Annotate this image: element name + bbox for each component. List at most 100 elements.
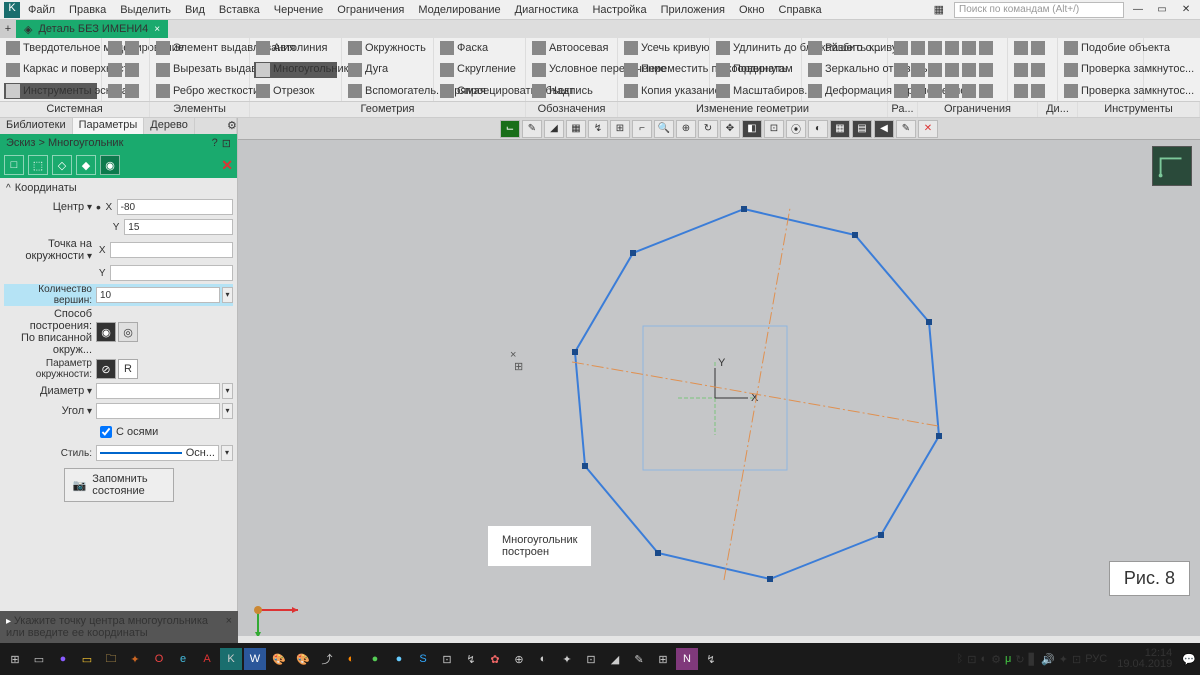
tb-acad[interactable]: A [196,648,218,670]
tt-11[interactable]: ✥ [720,120,740,138]
rb-polygon[interactable]: Многоугольник [254,62,337,78]
tb-20[interactable]: ✿ [484,648,506,670]
pt-5[interactable]: ◉ [100,155,120,175]
tray-5[interactable]: ↻ [1015,653,1024,666]
tt-17[interactable]: ▤ [852,120,872,138]
circparam-d[interactable]: ⊘ [96,359,116,379]
gear-icon[interactable]: ⚙ [221,118,237,134]
tb-24[interactable]: ⊡ [580,648,602,670]
tb-opera[interactable]: O [148,648,170,670]
rb-solid[interactable]: Твердотельное моделирование [4,40,97,56]
circparam-r[interactable]: R [118,359,138,379]
tb-2[interactable]: ● [52,648,74,670]
tb-12[interactable]: 🎨 [292,648,314,670]
tb-skype[interactable]: S [412,648,434,670]
tb-paint[interactable]: 🎨 [268,648,290,670]
rb-deform[interactable]: Деформация перемещением [806,83,883,99]
tab-libs[interactable]: Библиотеки [0,118,73,134]
rb-copy[interactable]: Копия указанием [622,83,705,99]
tb-29[interactable]: ↯ [700,648,722,670]
rb-rotate[interactable]: Повернуть [714,62,797,78]
tt-12[interactable]: ◧ [742,120,762,138]
grid-icon[interactable]: ▦ [928,1,950,18]
tt-15[interactable]: ◐ [808,120,828,138]
tt-7[interactable]: ⌐ [632,120,652,138]
rb-project[interactable]: Спроецировать объект [438,83,521,99]
center-y-input[interactable] [124,219,233,235]
pt-2[interactable]: ⬚ [28,155,48,175]
rb-chamfer[interactable]: Фаска [438,40,521,56]
rb-circle[interactable]: Окружность [346,40,429,56]
angle-input[interactable] [96,403,220,419]
pt-1[interactable]: □ [4,155,24,175]
center-x-input[interactable] [117,199,233,215]
pin-icon[interactable]: ⊡ [222,137,231,150]
rb-autoline[interactable]: Автолиния [254,40,337,56]
tb-onenote[interactable]: N [676,648,698,670]
tb-19[interactable]: ↯ [460,648,482,670]
rb-ic-c[interactable] [892,83,1003,99]
vertices-input[interactable] [96,287,220,303]
rb-autoaxis[interactable]: Автоосевая [530,40,613,56]
verts-dd[interactable]: ▾ [222,287,233,303]
menu-apps[interactable]: Приложения [655,2,731,18]
tt-9[interactable]: ⊕ [676,120,696,138]
tb-26[interactable]: ✎ [628,648,650,670]
diam-input[interactable] [96,383,220,399]
tb-18[interactable]: ⊡ [436,648,458,670]
rb-cut[interactable]: Вырезать выдавливанием [154,62,245,78]
menu-file[interactable]: Файл [22,2,61,18]
command-search[interactable]: Поиск по командам (Alt+/) [954,2,1124,18]
rb-extend[interactable]: Удлинить до ближайшего о... [714,40,797,56]
tray-8[interactable]: ✦ [1059,653,1068,666]
tray-2[interactable]: ◐ [981,653,988,665]
pt-3[interactable]: ◇ [52,155,72,175]
remember-state-button[interactable]: 📷 Запомнить состояние [64,468,174,502]
rb-rib[interactable]: Ребро жесткости [154,83,245,99]
tb-21[interactable]: ⊕ [508,648,530,670]
tt-1[interactable]: ⌙ [500,120,520,138]
tb-word[interactable]: W [244,648,266,670]
tb-27[interactable]: ⊞ [652,648,674,670]
tb-15[interactable]: ● [364,648,386,670]
tray-action[interactable]: 💬 [1182,653,1196,666]
tb-edge[interactable]: e [172,648,194,670]
rb-scale[interactable]: Масштабиров... [714,83,797,99]
menu-window[interactable]: Окно [733,2,771,18]
maximize-button[interactable]: ▭ [1152,2,1172,18]
minimize-button[interactable]: — [1128,2,1148,18]
rb-aux[interactable]: Вспомогатель... прямая [346,83,429,99]
rb-check2[interactable]: Проверка замкнутос... [1062,83,1139,99]
menu-view[interactable]: Вид [179,2,211,18]
rb-segment[interactable]: Отрезок [254,83,337,99]
rb-frame[interactable]: Каркас и поверхности [4,62,97,78]
tb-16[interactable]: ● [388,648,410,670]
rb-text[interactable]: Надпись [530,83,613,99]
clock[interactable]: 12:1419.04.2019 [1111,648,1178,670]
menu-draft[interactable]: Черчение [268,2,330,18]
tb-13[interactable]: ⤴ [316,648,338,670]
tb-14[interactable]: ◐ [340,648,362,670]
menu-setup[interactable]: Настройка [586,2,652,18]
rb-ic-e[interactable] [1012,62,1053,78]
rb-mirror[interactable]: Зеркально отразить [806,62,883,78]
tb-kompas[interactable]: K [220,648,242,670]
rb-arc[interactable]: Дуга [346,62,429,78]
close-button[interactable]: ✕ [1176,2,1196,18]
method-inscribed[interactable]: ◉ [96,322,116,342]
tray-bt[interactable]: ᛒ [957,653,964,665]
tab-tree[interactable]: Дерево [144,118,195,134]
method-circum[interactable]: ◎ [118,322,138,342]
start-button[interactable]: ⊞ [4,648,26,670]
rb-cond[interactable]: Условное пересечение [530,62,613,78]
tb-23[interactable]: ✦ [556,648,578,670]
document-tab[interactable]: ◈ Деталь БЕЗ ИМЕНИ4 × [16,20,168,38]
point-y-input[interactable] [110,265,233,281]
tt-5[interactable]: ↯ [588,120,608,138]
app-icon[interactable]: K [4,2,20,18]
tt-3[interactable]: ◢ [544,120,564,138]
rb-ic-b[interactable] [892,62,1003,78]
style-dd[interactable]: ▾ [221,445,233,461]
tb-1[interactable]: ▭ [28,648,50,670]
new-tab-button[interactable]: + [0,20,16,38]
